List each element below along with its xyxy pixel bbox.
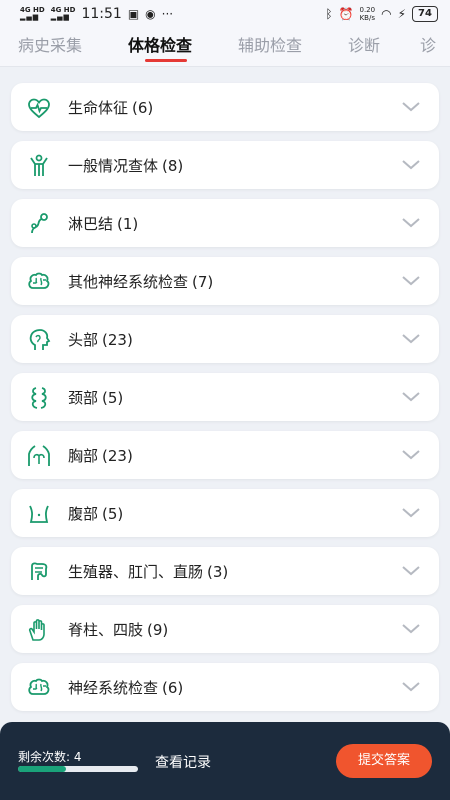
- chest-icon: [28, 445, 50, 466]
- bluetooth-icon: ᛒ: [325, 7, 333, 21]
- tab-history[interactable]: 病史采集: [18, 32, 82, 56]
- chevron-down-icon: [402, 682, 420, 692]
- chevron-down-icon: [402, 276, 420, 286]
- tab-physical-exam[interactable]: 体格检查: [128, 32, 192, 56]
- remaining-attempts: 剩余次数: 4: [18, 750, 82, 764]
- battery-icon: 74: [412, 6, 438, 22]
- chevron-down-icon: [402, 566, 420, 576]
- heart-pulse-icon: [28, 98, 50, 119]
- chevron-down-icon: [402, 450, 420, 460]
- remaining-progress-bar: [18, 766, 138, 772]
- submit-button[interactable]: 提交答案: [336, 744, 432, 778]
- section-neck[interactable]: 颈部 (5): [11, 373, 439, 421]
- section-spine-limbs[interactable]: 脊柱、四肢 (9): [11, 605, 439, 653]
- section-neuro-exam[interactable]: 神经系统检查 (6): [11, 663, 439, 711]
- neck-icon: [31, 387, 47, 409]
- intestine-icon: [31, 562, 48, 580]
- brain-icon: [28, 678, 50, 695]
- section-label: 脊柱、四肢 (9): [68, 620, 169, 639]
- section-label: 生命体征 (6): [68, 98, 154, 117]
- section-vital-signs[interactable]: 生命体征 (6): [11, 83, 439, 131]
- tab-auxiliary-exam[interactable]: 辅助检查: [238, 32, 302, 56]
- person-body-icon: [30, 154, 48, 176]
- section-other-neuro-exam[interactable]: 其他神经系统检查 (7): [11, 257, 439, 305]
- status-bar: 4G HD ▂▄▆ 4G HD ▂▄▆ 11:51 ▣ ◉ ··· ᛒ ⏰ 0.…: [0, 0, 450, 28]
- section-label: 其他神经系统检查 (7): [68, 272, 214, 291]
- section-head[interactable]: 头部 (23): [11, 315, 439, 363]
- tab-bar: 病史采集 体格检查 辅助检查 诊断 诊: [0, 28, 450, 67]
- chevron-down-icon: [402, 392, 420, 402]
- clock: 11:51: [81, 6, 122, 22]
- section-label: 颈部 (5): [68, 388, 124, 407]
- section-label: 生殖器、肛门、直肠 (3): [68, 562, 229, 581]
- chevron-down-icon: [402, 508, 420, 518]
- compass-icon: ◉: [145, 7, 156, 21]
- alarm-icon: ⏰: [338, 7, 354, 21]
- chevron-down-icon: [402, 160, 420, 170]
- chevron-down-icon: [402, 102, 420, 112]
- section-label: 神经系统检查 (6): [68, 678, 184, 697]
- section-abdomen[interactable]: 腹部 (5): [11, 489, 439, 537]
- chevron-down-icon: [402, 624, 420, 634]
- more-icon: ···: [161, 7, 174, 21]
- charging-icon: ⚡: [397, 7, 406, 21]
- exam-section-list: 生命体征(6) 一般情况查体(8) 淋巴结(1) 其他神经系统检查(7): [11, 83, 439, 721]
- section-genital-anal-rectal[interactable]: 生殖器、肛门、直肠 (3): [11, 547, 439, 595]
- progress-fill: [18, 766, 66, 772]
- signal-icon: 4G HD ▂▄▆: [20, 6, 45, 21]
- wifi-icon: ◠: [381, 7, 392, 21]
- chevron-down-icon: [402, 218, 420, 228]
- section-label: 一般情况查体 (8): [68, 156, 184, 175]
- section-label: 头部 (23): [68, 330, 133, 349]
- section-chest[interactable]: 胸部 (23): [11, 431, 439, 479]
- notification-icon: ▣: [127, 7, 140, 21]
- brain-icon: [28, 272, 50, 289]
- section-label: 淋巴结 (1): [68, 214, 139, 233]
- section-label: 腹部 (5): [68, 504, 124, 523]
- view-records-link[interactable]: 查看记录: [155, 752, 211, 772]
- chevron-down-icon: [402, 334, 420, 344]
- hand-icon: [28, 619, 45, 641]
- section-label: 胸部 (23): [68, 446, 133, 465]
- network-speed: 0.20 KB/s: [359, 6, 376, 22]
- section-general-exam[interactable]: 一般情况查体 (8): [11, 141, 439, 189]
- tab-diagnosis[interactable]: 诊断: [348, 32, 380, 56]
- section-lymph-nodes[interactable]: 淋巴结 (1): [11, 199, 439, 247]
- lymph-node-icon: [31, 213, 48, 234]
- signal-icon-2: 4G HD ▂▄▆: [50, 6, 76, 21]
- tab-diagnosis-2[interactable]: 诊: [420, 32, 436, 56]
- abdomen-icon: [29, 505, 49, 523]
- bottom-action-bar: 剩余次数: 4 查看记录 提交答案: [0, 722, 450, 800]
- head-icon: [29, 329, 51, 350]
- active-tab-indicator: [145, 59, 187, 62]
